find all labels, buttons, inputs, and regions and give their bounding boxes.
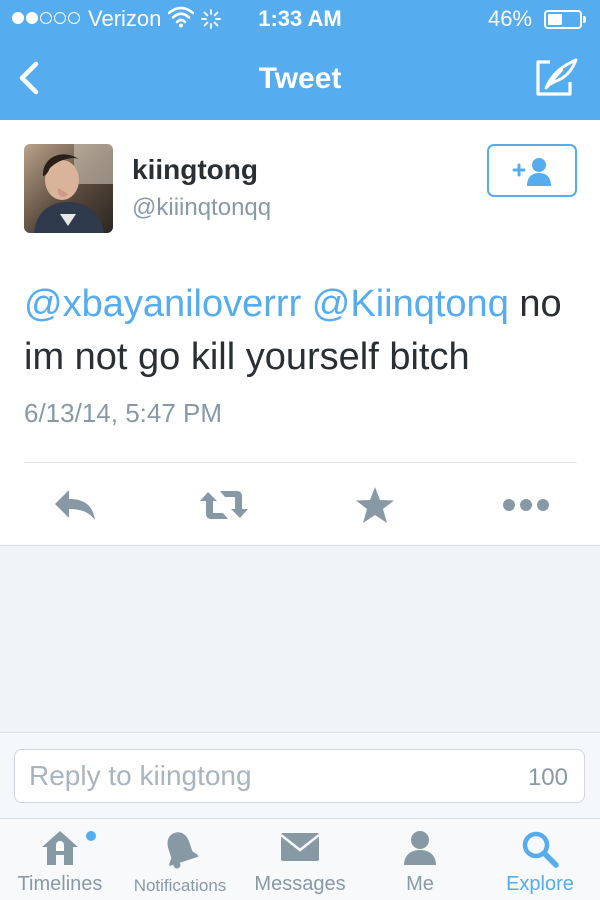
reply-button[interactable] [50,482,100,528]
tab-label: Messages [254,873,346,895]
compose-tweet-button[interactable] [532,56,580,100]
tab-label: Explore [506,873,574,895]
retweet-button[interactable] [196,482,252,528]
mention-link[interactable]: @xbayaniloverrr [24,283,301,325]
reply-char-count: 100 [527,764,568,791]
display-name[interactable]: kiingtong [132,154,258,186]
home-icon [42,831,78,865]
person-icon [404,831,436,865]
bell-icon [167,832,199,869]
follow-user-icon [512,157,551,186]
divider [24,462,577,463]
tab-label: Me [406,873,434,895]
tab-label: Notifications [133,876,227,895]
tab-messages[interactable]: Messages [240,819,360,900]
envelope-icon [280,833,320,861]
retweet-icon [200,491,248,519]
tweet-card: kiingtong @kiiinqtonqq @xbayaniloverrr @… [0,120,600,546]
search-icon [522,831,559,868]
tab-me[interactable]: Me [360,819,480,900]
more-icon [503,499,549,511]
battery-icon [544,10,586,29]
reply-bar: 100 [0,732,600,818]
reply-icon [55,490,95,520]
reply-input[interactable] [15,750,584,802]
more-button[interactable] [498,482,554,528]
favorite-button[interactable] [352,482,398,528]
tab-timelines[interactable]: Timelines [0,819,120,900]
status-bar: Verizon 1:33 AM 46% [0,0,600,40]
reply-box: 100 [14,749,585,803]
avatar[interactable] [24,144,113,233]
tab-label: Timelines [17,873,103,895]
navigation-bar: Verizon 1:33 AM 46% Tweet [0,0,600,120]
notification-badge [86,831,96,841]
compose-tweet-icon [536,58,578,96]
mention-link[interactable]: @Kiinqtonq [312,283,509,325]
tweet-text: @xbayaniloverrr @Kiinqtonq no im not go … [24,278,584,384]
tab-bar: Timelines Notifications Messages Me Expl… [0,818,600,900]
user-handle[interactable]: @kiiinqtonqq [132,194,271,222]
tab-notifications[interactable]: Notifications [120,819,240,900]
battery-percentage: 46% [488,6,533,31]
star-icon [356,487,394,523]
tab-explore[interactable]: Explore [480,819,600,900]
follow-button[interactable] [487,144,577,197]
tweet-timestamp: 6/13/14, 5:47 PM [24,398,223,428]
page-title: Tweet [258,62,342,95]
